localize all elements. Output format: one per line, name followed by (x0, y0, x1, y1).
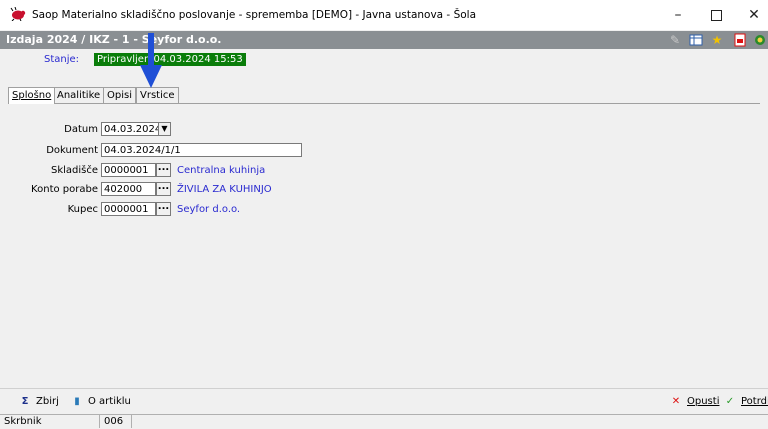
ellipsis-icon: ... (157, 201, 170, 212)
datum-field[interactable]: 04.03.2024 (101, 122, 161, 136)
window-title: Saop Materialno skladiščno poslovanje - … (32, 9, 477, 21)
kupec-lookup-button[interactable]: ... (156, 202, 171, 216)
dokument-label: Dokument (46, 145, 98, 156)
skladisce-field[interactable]: 0000001 (101, 163, 156, 177)
tab-analitike[interactable]: Analitike (53, 87, 105, 103)
tab-opisi[interactable]: Opisi (103, 87, 136, 103)
zbirj-label: Zbirj (36, 396, 59, 407)
tab-opisi-label: Opisi (107, 90, 132, 101)
edit-icon[interactable]: ✎ (668, 33, 682, 47)
potrdi-label: Potrdi (741, 396, 768, 407)
tab-vrstice-label: Vrstice (140, 90, 175, 101)
maximize-button[interactable] (698, 5, 734, 25)
opusti-button[interactable]: ✕ Opusti (669, 394, 720, 410)
article-info-icon: ▮ (74, 396, 80, 407)
kupec-field[interactable]: 0000001 (101, 202, 156, 216)
ellipsis-icon: ... (157, 181, 170, 192)
ellipsis-icon: ... (157, 162, 170, 173)
konto-lookup-button[interactable]: ... (156, 182, 171, 196)
kupec-label: Kupec (67, 204, 98, 215)
tab-vrstice[interactable]: Vrstice (136, 87, 179, 103)
status-badge: Pripravljen 04.03.2024 15:53 (94, 53, 246, 66)
grid-icon[interactable] (689, 33, 703, 47)
window-titlebar: Saop Materialno skladiščno poslovanje - … (0, 0, 768, 30)
tab-analitike-label: Analitike (57, 90, 101, 101)
opusti-label: Opusti (687, 396, 720, 407)
tab-divider (8, 103, 760, 104)
o-artiklu-label: O artiklu (88, 396, 131, 407)
cancel-x-icon: ✕ (671, 396, 681, 407)
chevron-down-icon: ▼ (161, 124, 168, 133)
close-button[interactable]: ✕ (736, 5, 768, 25)
maximize-icon (710, 9, 722, 21)
konto-description: ŽIVILA ZA KUHINJO (177, 184, 272, 195)
skladisce-label: Skladišče (50, 165, 98, 176)
status-label: Stanje: (44, 54, 80, 65)
star-icon[interactable]: ★ (710, 33, 724, 47)
tab-splosno[interactable]: Splošno (8, 87, 56, 104)
sigma-icon: Σ (21, 396, 29, 407)
datum-label: Datum (64, 124, 98, 135)
datum-dropdown-button[interactable]: ▼ (158, 122, 171, 136)
statusbar-code: 006 (100, 415, 132, 428)
document-header: Izdaja 2024 / IKZ - 1 - Seyfor d.o.o. ✎ … (0, 31, 768, 49)
document-title: Izdaja 2024 / IKZ - 1 - Seyfor d.o.o. (6, 33, 222, 46)
bottom-separator (0, 388, 768, 389)
minimize-button[interactable]: – (660, 5, 696, 25)
dokument-field[interactable]: 04.03.2024/1/1 (101, 143, 302, 157)
refresh-icon[interactable] (753, 33, 767, 47)
o-artiklu-button[interactable]: ▮ O artiklu (70, 394, 131, 410)
konto-label: Konto porabe (31, 184, 98, 195)
potrdi-button[interactable]: ✓ Potrdi (723, 394, 768, 410)
close-icon: ✕ (748, 7, 760, 23)
zbirj-button[interactable]: Σ Zbirj (18, 394, 59, 410)
statusbar-user: Skrbnik (0, 415, 100, 428)
minimize-icon: – (674, 7, 682, 23)
pdf-icon[interactable] (733, 33, 747, 47)
skladisce-description: Centralna kuhinja (177, 165, 266, 176)
annotation-arrow-icon (140, 33, 162, 88)
tab-splosno-label: Splošno (12, 90, 52, 101)
app-ant-icon (10, 7, 26, 21)
checkmark-icon: ✓ (725, 396, 735, 407)
kupec-description: Seyfor d.o.o. (177, 204, 241, 215)
status-row: Stanje: Pripravljen 04.03.2024 15:53 (0, 53, 768, 67)
status-bar: Skrbnik 006 (0, 414, 768, 429)
konto-field[interactable]: 402000 (101, 182, 156, 196)
skladisce-lookup-button[interactable]: ... (156, 163, 171, 177)
